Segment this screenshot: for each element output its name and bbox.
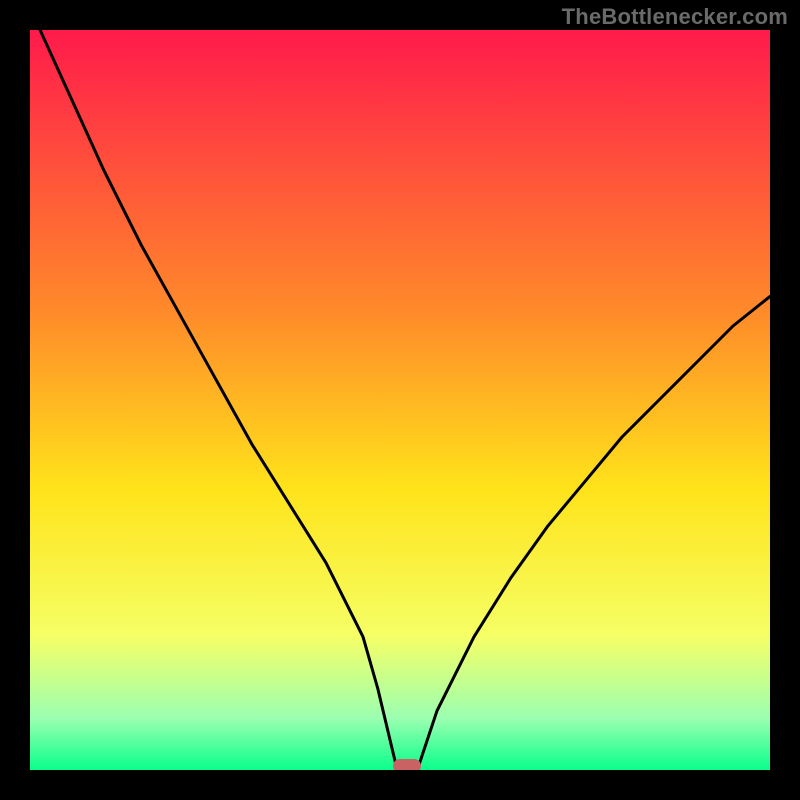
credit-text: TheBottlenecker.com [562, 4, 788, 30]
bottleneck-curve [30, 30, 770, 770]
plot-area [30, 30, 770, 770]
chart-frame: TheBottlenecker.com [0, 0, 800, 800]
bottleneck-marker [393, 759, 421, 770]
